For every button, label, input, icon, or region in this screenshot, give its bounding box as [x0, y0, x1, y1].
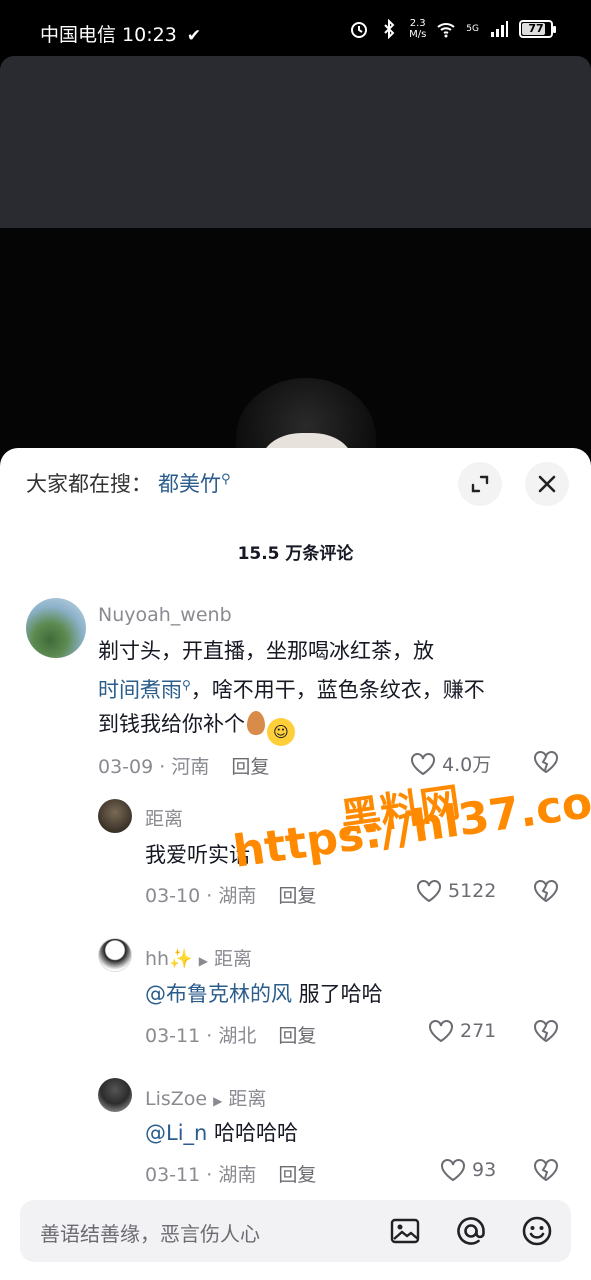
comment-text: 剃寸头，开直播，坐那喝冰红茶，放 时间煮雨⚲，啥不用干，蓝色条纹衣，赚不 到钱我…: [98, 634, 568, 746]
broken-heart-icon[interactable]: [533, 1019, 559, 1043]
like-button[interactable]: 271: [428, 1019, 496, 1043]
wifi-icon: [437, 23, 455, 38]
alarm-icon: [351, 22, 368, 38]
avatar[interactable]: [26, 598, 86, 658]
egg-emoji: [247, 711, 265, 735]
emoji-icon: [522, 1216, 552, 1246]
mention-button[interactable]: [454, 1214, 488, 1248]
reply-meta: 03-11 · 湖北 回复: [145, 1025, 317, 1047]
reply-arrow-icon: ▶: [213, 1094, 223, 1108]
image-icon: [390, 1218, 420, 1244]
emoji-button[interactable]: [520, 1214, 554, 1248]
mention-link[interactable]: @布鲁克林的风: [145, 982, 292, 1006]
avatar[interactable]: [98, 1078, 132, 1112]
reply-button[interactable]: 回复: [278, 885, 316, 907]
reply-username-row: LisZoe ▶ 距离: [145, 1084, 266, 1111]
mention-link[interactable]: @Li_n: [145, 1121, 207, 1145]
broken-heart-icon[interactable]: [533, 750, 559, 774]
status-carrier-time: 中国电信 10:23 ✔: [40, 20, 201, 47]
comment-link[interactable]: 时间煮雨: [98, 678, 182, 702]
like-count: 271: [460, 1020, 497, 1042]
comment-count: 15.5 万条评论: [237, 544, 354, 564]
watermark-logo: 黑料网: [337, 779, 464, 843]
like-button[interactable]: 4.0万: [410, 750, 491, 777]
like-count: 93: [472, 1159, 497, 1181]
avatar[interactable]: [98, 938, 132, 972]
heart-icon: [411, 752, 435, 775]
volte-icon: ✔: [186, 26, 202, 46]
search-icon: ⚲: [221, 472, 231, 487]
trending-search[interactable]: 大家都在搜： 都美竹⚲: [26, 468, 231, 498]
at-icon: [457, 1217, 485, 1245]
reply-text: @布鲁克林的风 服了哈哈: [145, 982, 383, 1006]
reply-button[interactable]: 回复: [278, 1164, 316, 1186]
search-prefix: 大家都在搜：: [26, 472, 152, 496]
reply-arrow-icon: ▶: [198, 954, 208, 968]
comment-username[interactable]: Nuyoah_wenb: [98, 604, 232, 626]
reply-meta: 03-11 · 湖南 回复: [145, 1164, 317, 1186]
reply-username[interactable]: 距离: [145, 804, 183, 831]
broken-heart-icon[interactable]: [533, 1158, 559, 1182]
comment-meta: 03-09 · 河南 回复: [98, 756, 270, 778]
broken-heart-icon[interactable]: [533, 879, 559, 903]
like-button[interactable]: 5122: [416, 879, 496, 903]
video-player[interactable]: [0, 228, 591, 458]
heart-icon: [429, 1020, 453, 1043]
watermark-url: https://hl37.co: [230, 777, 591, 878]
reply-text: 我爱听实话: [145, 843, 250, 867]
reply-username-row: hh✨ ▶ 距离: [145, 944, 252, 971]
search-icon: ⚲: [182, 678, 191, 692]
comment-input-bar[interactable]: 善语结善缘，恶言伤人心: [20, 1200, 571, 1262]
like-count: 4.0万: [442, 754, 492, 776]
reply-to-username[interactable]: 距离: [228, 1088, 266, 1110]
status-icons: 2.3 M/s 5G 77: [349, 18, 556, 40]
reply-username[interactable]: hh✨: [145, 948, 193, 970]
reply-button[interactable]: 回复: [278, 1025, 316, 1047]
expand-button[interactable]: [458, 462, 502, 506]
comment-sheet: 大家都在搜： 都美竹⚲ 15.5 万条评论 Nuyoah_wenb 剃寸头，开直播…: [0, 448, 591, 1280]
signal-icon: [491, 21, 508, 37]
reply-username[interactable]: LisZoe: [145, 1088, 207, 1110]
search-keyword-link[interactable]: 都美竹: [158, 472, 221, 496]
expand-icon: [471, 475, 489, 493]
network-type: 5G: [466, 24, 479, 34]
heart-icon: [417, 880, 441, 903]
carrier-time: 中国电信 10:23: [40, 24, 177, 46]
heart-icon: [441, 1159, 465, 1182]
video-dim-area[interactable]: [0, 56, 591, 228]
bluetooth-icon: [384, 19, 395, 39]
reply-meta: 03-10 · 湖南 回复: [145, 885, 317, 907]
image-button[interactable]: [388, 1214, 422, 1248]
reply-button[interactable]: 回复: [231, 756, 269, 778]
avatar[interactable]: [98, 799, 132, 833]
like-button[interactable]: 93: [440, 1158, 496, 1182]
like-count: 5122: [448, 880, 497, 902]
status-bar: 中国电信 10:23 ✔ 2.3 M/s 5G 77: [0, 0, 591, 62]
close-button[interactable]: [525, 462, 569, 506]
net-speed: 2.3 M/s: [409, 18, 427, 40]
sweat-smile-emoji: ☺: [267, 718, 295, 746]
battery-icon: 77: [519, 20, 556, 38]
reply-text: @Li_n 哈哈哈哈: [145, 1121, 299, 1145]
close-icon: [538, 475, 556, 493]
comment-input-placeholder[interactable]: 善语结善缘，恶言伤人心: [40, 1218, 260, 1247]
reply-to-username[interactable]: 距离: [214, 948, 252, 970]
